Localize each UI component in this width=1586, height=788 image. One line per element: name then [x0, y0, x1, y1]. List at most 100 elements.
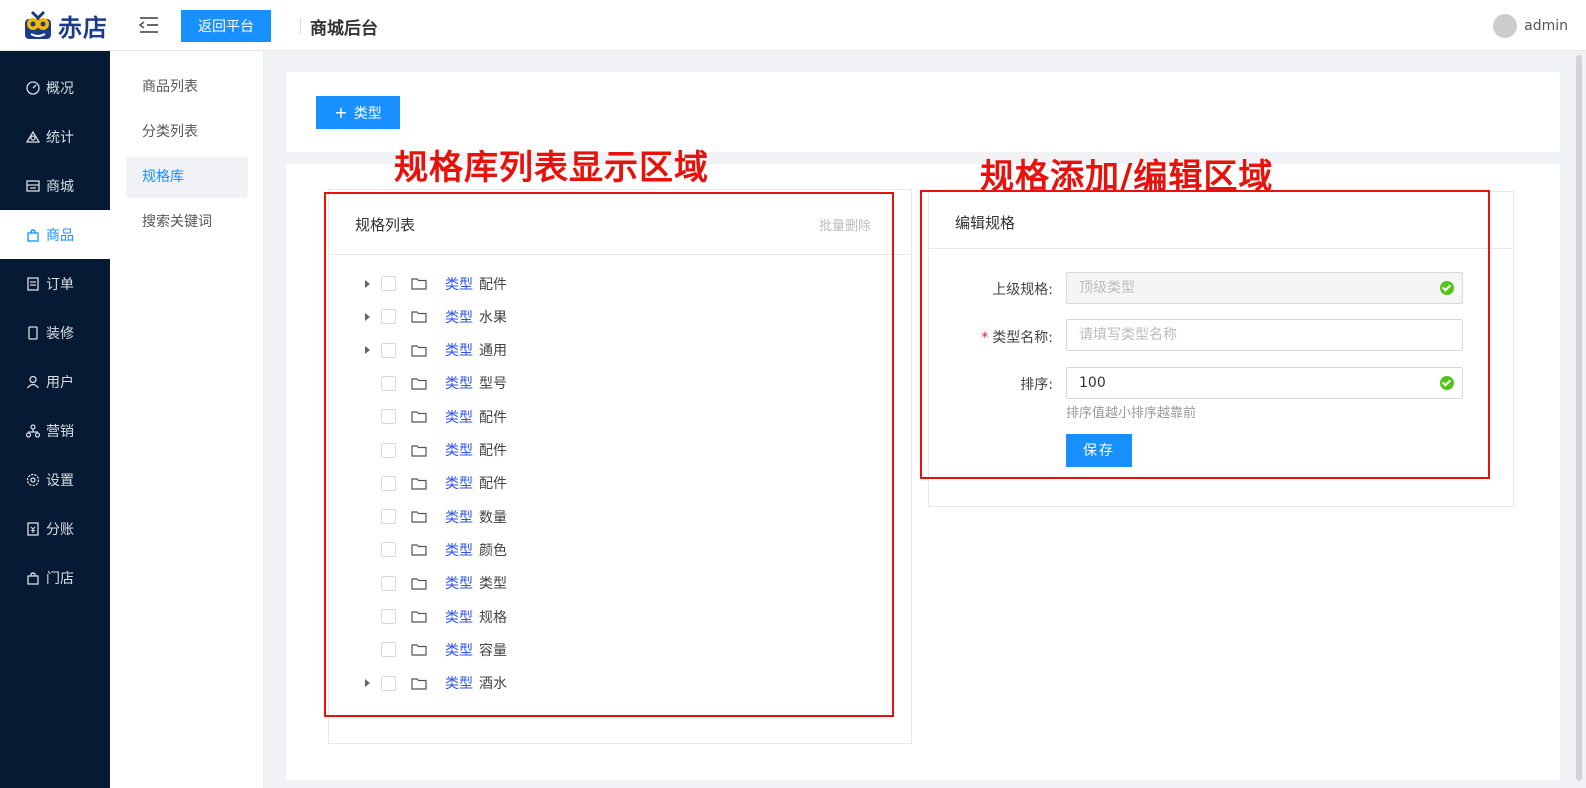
tree-node[interactable]: 类型 型号: [329, 367, 889, 400]
sidebar-item-mall[interactable]: 商城: [0, 161, 110, 210]
tree-node[interactable]: 类型 配件: [329, 267, 889, 300]
batch-delete-button[interactable]: 批量删除: [819, 215, 871, 234]
node-name: 型号: [479, 376, 507, 393]
sidebar-item-label: 统计: [46, 129, 74, 146]
tree-node[interactable]: 类型 规格: [329, 600, 889, 633]
node-name: 通用: [479, 343, 507, 360]
node-type: 类型: [445, 309, 473, 326]
parent-spec-select[interactable]: 顶级类型: [1066, 272, 1463, 304]
tree-node[interactable]: 类型 配件: [329, 467, 889, 500]
node-checkbox[interactable]: [381, 276, 396, 291]
sort-hint: 排序值越小排序越靠前: [1066, 406, 1197, 421]
parent-spec-label: 上级规格:: [992, 282, 1053, 298]
type-name-input[interactable]: 请填写类型名称: [1066, 319, 1463, 351]
node-name: 配件: [479, 443, 507, 459]
caret-right-icon[interactable]: [365, 279, 370, 288]
sidebar-item-products[interactable]: 商品: [0, 210, 110, 259]
check-circle-icon: [1440, 376, 1454, 390]
logo[interactable]: 赤店: [22, 8, 108, 42]
type-name-label: * 类型名称:: [933, 327, 1053, 347]
marketing-icon: [26, 423, 40, 438]
folder-icon: [411, 644, 427, 656]
sidebar-item-settings[interactable]: 设置: [0, 455, 110, 504]
submenu-item-category-list[interactable]: 分类列表: [126, 112, 248, 153]
tree-node[interactable]: 类型 容量: [329, 633, 889, 666]
sidebar-item-label: 装修: [46, 325, 74, 342]
node-checkbox[interactable]: [381, 309, 396, 325]
caret-right-icon[interactable]: [365, 679, 370, 688]
submenu-item-spec-library[interactable]: 规格库: [126, 157, 248, 198]
spec-list-header: 规格列表 批量删除: [329, 190, 911, 255]
folder-icon: [411, 344, 427, 357]
caret-right-icon[interactable]: [365, 346, 370, 355]
tree-node[interactable]: 类型 配件: [329, 400, 889, 433]
folder-icon: [411, 677, 427, 690]
tree-node[interactable]: 类型 水果: [329, 300, 889, 333]
gear-icon: [26, 473, 40, 486]
folder-icon: [411, 311, 427, 323]
sidebar-item-statistics[interactable]: 统计: [0, 112, 110, 161]
node-checkbox[interactable]: [381, 375, 396, 391]
sidebar-item-users[interactable]: 用户: [0, 357, 110, 406]
node-checkbox[interactable]: [381, 542, 396, 558]
required-mark: *: [981, 330, 989, 346]
page-scrollbar[interactable]: [1572, 51, 1586, 788]
type-name-label-text: 类型名称:: [992, 330, 1053, 346]
scrollbar-thumb[interactable]: [1576, 55, 1582, 781]
node-checkbox[interactable]: [381, 642, 396, 658]
tree-node[interactable]: 类型 配件: [329, 434, 889, 467]
node-type: 类型: [445, 476, 473, 493]
tree-node[interactable]: 类型 类型: [329, 567, 889, 600]
submenu-item-product-list[interactable]: 商品列表: [126, 67, 248, 108]
sort-value: 100: [1079, 375, 1106, 391]
node-checkbox[interactable]: [381, 575, 396, 591]
node-name: 类型: [479, 576, 507, 593]
node-type: 类型: [445, 409, 473, 426]
user-icon: [26, 375, 40, 388]
node-checkbox[interactable]: [381, 409, 396, 425]
caret-right-icon[interactable]: [365, 312, 370, 321]
secondary-menu: 商品列表 分类列表 规格库 搜索关键词: [110, 51, 264, 788]
node-name: 容量: [479, 642, 507, 659]
tree-node[interactable]: 类型 通用: [329, 334, 889, 367]
user-name: admin: [1524, 18, 1568, 34]
node-checkbox[interactable]: [381, 609, 396, 624]
back-to-platform-button[interactable]: 返回平台: [181, 10, 271, 42]
submenu-item-search-keywords[interactable]: 搜索关键词: [126, 202, 248, 243]
sidebar-item-marketing[interactable]: 营销: [0, 406, 110, 455]
node-checkbox[interactable]: [381, 442, 396, 458]
spec-edit-panel: 编辑规格 上级规格: 顶级类型 * 类型名称: 请填写类型名称 排序: 100 排…: [928, 191, 1514, 507]
save-button[interactable]: 保存: [1066, 434, 1132, 467]
sidebar-item-orders[interactable]: 订单: [0, 259, 110, 308]
node-type: 类型: [445, 542, 473, 559]
logo-text: 赤店: [58, 13, 108, 42]
tree-node[interactable]: 类型 酒水: [329, 667, 889, 700]
add-type-button[interactable]: + 类型: [316, 96, 400, 129]
sidebar-item-decoration[interactable]: 装修: [0, 308, 110, 357]
node-checkbox[interactable]: [381, 342, 396, 358]
spec-list-panel: 规格列表 批量删除 类型 配件 类型 水果 类型 通用 类型 型号 类型 配件 类型 配件 类型 配件 类型…: [328, 189, 912, 744]
sort-input[interactable]: 100: [1066, 367, 1463, 399]
user-menu[interactable]: admin: [1493, 14, 1568, 38]
tree-node[interactable]: 类型 数量: [329, 500, 889, 533]
sidebar-item-stores[interactable]: 门店: [0, 553, 110, 602]
tree-node[interactable]: 类型 颜色: [329, 533, 889, 566]
node-checkbox[interactable]: [381, 509, 396, 525]
node-type: 类型: [445, 443, 473, 459]
bag-icon: [27, 228, 39, 242]
node-type: 类型: [445, 509, 473, 526]
sidebar-item-split[interactable]: 分账: [0, 504, 110, 553]
node-checkbox[interactable]: [381, 475, 396, 491]
node-name: 配件: [479, 476, 507, 493]
node-type: 类型: [445, 343, 473, 360]
folder-icon: [411, 544, 427, 556]
node-checkbox[interactable]: [381, 675, 396, 691]
menu-fold-icon[interactable]: [138, 14, 160, 36]
phone-icon: [28, 325, 38, 340]
node-type: 类型: [445, 376, 473, 393]
sidebar-item-label: 概况: [46, 80, 74, 97]
shop-icon: [27, 571, 39, 585]
sidebar-item-overview[interactable]: 概况: [0, 63, 110, 112]
sidebar-item-label: 用户: [46, 374, 74, 391]
sidebar-item-label: 商城: [46, 178, 74, 195]
